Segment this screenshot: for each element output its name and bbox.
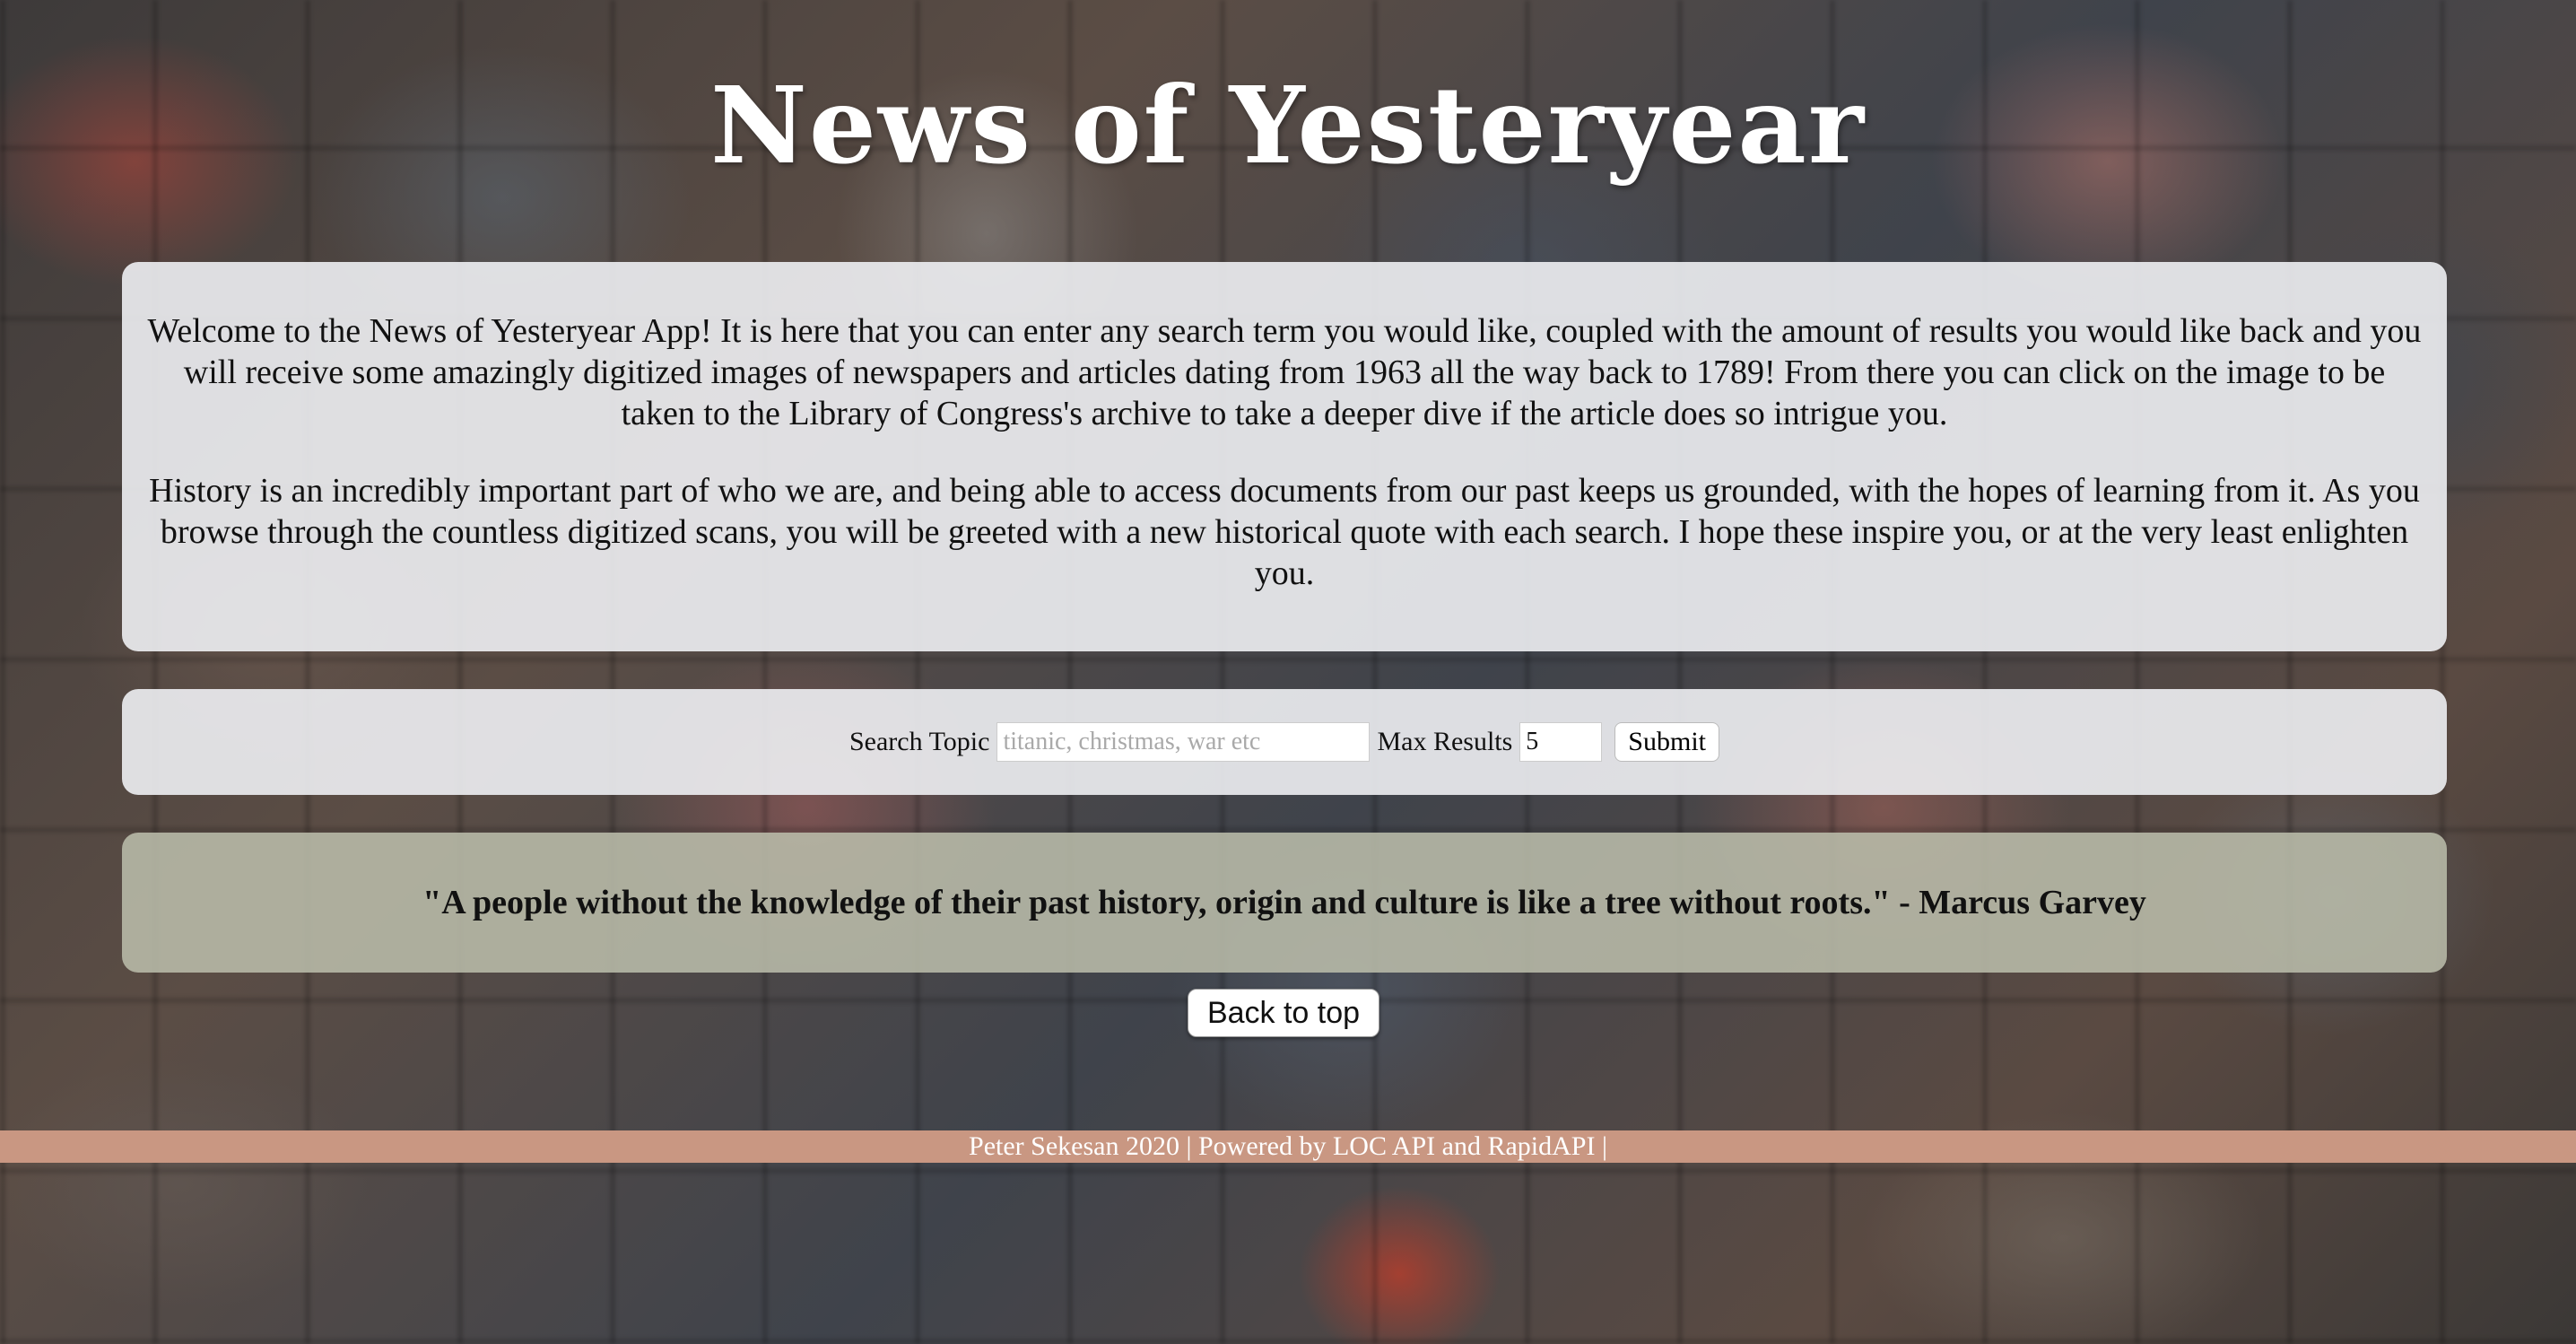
intro-paragraph-1: Welcome to the News of Yesteryear App! I… [147,312,2422,432]
footer: Peter Sekesan 2020 | Powered by LOC API … [0,1130,2576,1163]
intro-panel: Welcome to the News of Yesteryear App! I… [122,262,2447,651]
search-topic-label: Search Topic [849,727,990,756]
page-title: News of Yesteryear [709,63,1867,188]
back-to-top-button[interactable]: Back to top [1188,989,1379,1037]
max-results-input[interactable] [1519,722,1603,762]
footer-text: Peter Sekesan 2020 | Powered by LOC API … [969,1131,1607,1161]
quote-panel: "A people without the knowledge of their… [122,833,2447,973]
search-form: Search Topic Max Results Submit [122,689,2447,795]
intro-paragraph-2: History is an incredibly important part … [149,472,2420,592]
submit-button[interactable]: Submit [1614,722,1719,762]
search-topic-input[interactable] [996,722,1371,762]
max-results-label: Max Results [1377,727,1513,756]
historical-quote: "A people without the knowledge of their… [422,884,2146,921]
